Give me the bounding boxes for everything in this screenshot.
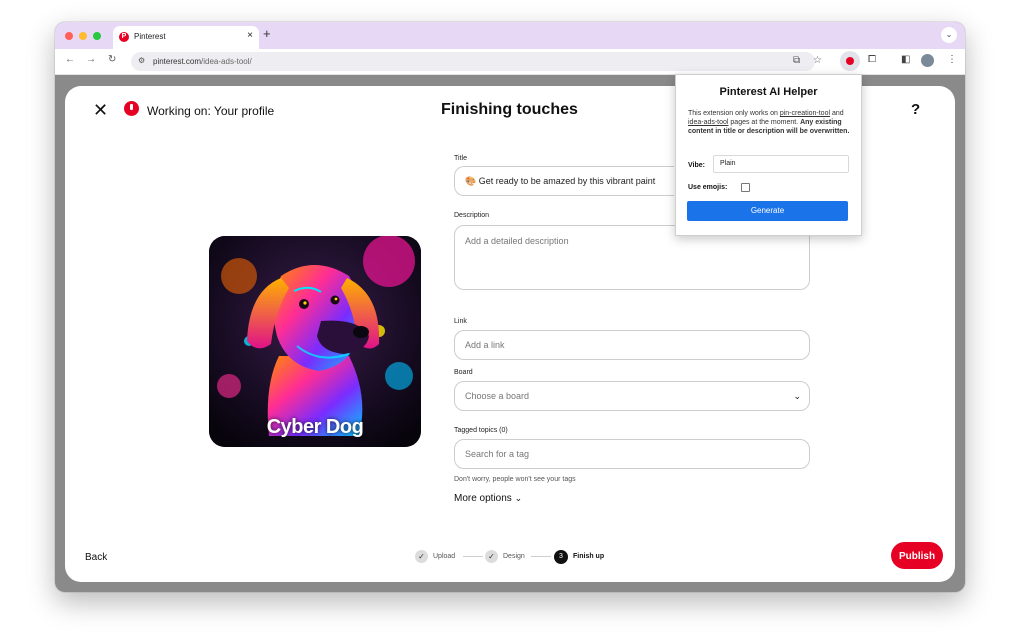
- popup-desc-text: and: [830, 110, 844, 117]
- tab-search-icon[interactable]: ⌄: [941, 27, 957, 43]
- link-label: Link: [454, 318, 467, 325]
- tags-label: Tagged topics (0): [454, 427, 508, 434]
- step-upload-label: Upload: [433, 553, 456, 560]
- use-emojis-checkbox[interactable]: [741, 183, 750, 192]
- board-select[interactable]: Choose a board ⌄: [454, 381, 810, 411]
- chevron-down-icon: ⌄: [514, 493, 523, 503]
- title-input[interactable]: 🎨 Get ready to be amazed by this vibrant…: [454, 166, 674, 196]
- extensions-puzzle-icon[interactable]: ⧠: [868, 54, 876, 65]
- new-tab-button[interactable]: +: [263, 26, 271, 41]
- bookmark-star-icon[interactable]: ☆: [813, 55, 822, 66]
- tags-search-input[interactable]: Search for a tag: [454, 439, 810, 469]
- board-select-value: Choose a board: [465, 391, 530, 401]
- board-label: Board: [454, 369, 473, 376]
- browser-tab[interactable]: P Pinterest ×: [113, 26, 259, 49]
- step-current-number: 3: [554, 550, 568, 564]
- url-host: pinterest.com: [153, 57, 202, 66]
- minimize-window-dot[interactable]: [79, 32, 87, 40]
- pinterest-ai-helper-popup: Pinterest AI Helper This extension only …: [675, 74, 862, 236]
- forward-arrow-icon[interactable]: →: [86, 54, 96, 65]
- description-label: Description: [454, 212, 490, 219]
- side-panel-icon[interactable]: ◧: [901, 54, 910, 65]
- step-divider: [531, 556, 551, 557]
- back-button[interactable]: Back: [85, 552, 107, 563]
- close-icon[interactable]: ✕: [93, 100, 108, 121]
- reload-icon[interactable]: ↻: [108, 54, 116, 65]
- working-on-label[interactable]: Working on: Your profile: [147, 104, 274, 118]
- check-icon: ✓: [485, 550, 498, 563]
- popup-desc-text: This extension only works on: [688, 110, 780, 117]
- vibe-input[interactable]: Plain: [713, 155, 849, 173]
- popup-desc-text: pages at the moment.: [728, 119, 801, 126]
- profile-status-icon: [124, 101, 139, 116]
- idea-ads-tool-link[interactable]: idea-ads-tool: [688, 119, 728, 126]
- tab-bar: P Pinterest × + ⌄: [55, 22, 965, 49]
- generate-button[interactable]: Generate: [687, 201, 848, 221]
- close-window-dot[interactable]: [65, 32, 73, 40]
- url-path: /idea-ads-tool/: [201, 57, 252, 66]
- pin-creation-tool-link[interactable]: pin-creation-tool: [780, 110, 830, 117]
- pin-caption: Cyber Dog: [266, 416, 364, 438]
- address-bar[interactable]: ⚙ pinterest.com/idea-ads-tool/ ⧉ ☆: [131, 52, 822, 71]
- browser-toolbar: ← → ↻ ⚙ pinterest.com/idea-ads-tool/ ⧉ ☆…: [55, 49, 965, 75]
- step-finish-label: Finish up: [573, 553, 605, 560]
- more-menu-icon[interactable]: ⋮: [947, 54, 957, 65]
- tab-title: Pinterest: [134, 32, 166, 41]
- more-options-label: More options: [454, 493, 512, 504]
- pin-image: Cyber Dog: [209, 236, 421, 447]
- more-options-button[interactable]: More options ⌄: [454, 493, 522, 504]
- publish-button[interactable]: Publish: [891, 542, 943, 569]
- pin-icon: [846, 57, 854, 65]
- pinterest-favicon-icon: P: [119, 32, 129, 42]
- title-label: Title: [454, 155, 467, 162]
- popup-title: Pinterest AI Helper: [719, 86, 818, 98]
- step-design-label: Design: [503, 553, 525, 560]
- tags-hint: Don't worry, people won't see your tags: [454, 476, 576, 483]
- popup-description: This extension only works on pin-creatio…: [688, 109, 853, 136]
- vibe-label: Vibe:: [688, 162, 705, 169]
- use-emojis-label: Use emojis:: [688, 184, 728, 191]
- profile-avatar[interactable]: [921, 54, 934, 67]
- pinterest-ai-helper-extension-icon[interactable]: [840, 51, 860, 71]
- help-icon[interactable]: ?: [911, 101, 920, 118]
- step-divider: [463, 556, 483, 557]
- tab-close-icon[interactable]: ×: [247, 30, 253, 41]
- site-settings-icon[interactable]: ⚙: [138, 56, 145, 65]
- back-arrow-icon[interactable]: ←: [65, 54, 75, 65]
- chevron-down-icon: ⌄: [793, 391, 801, 401]
- link-input[interactable]: Add a link: [454, 330, 810, 360]
- cast-icon[interactable]: ⧉: [793, 55, 800, 66]
- check-icon: ✓: [415, 550, 428, 563]
- url-text: pinterest.com/idea-ads-tool/: [153, 57, 252, 66]
- maximize-window-dot[interactable]: [93, 32, 101, 40]
- page-title: Finishing touches: [441, 101, 578, 118]
